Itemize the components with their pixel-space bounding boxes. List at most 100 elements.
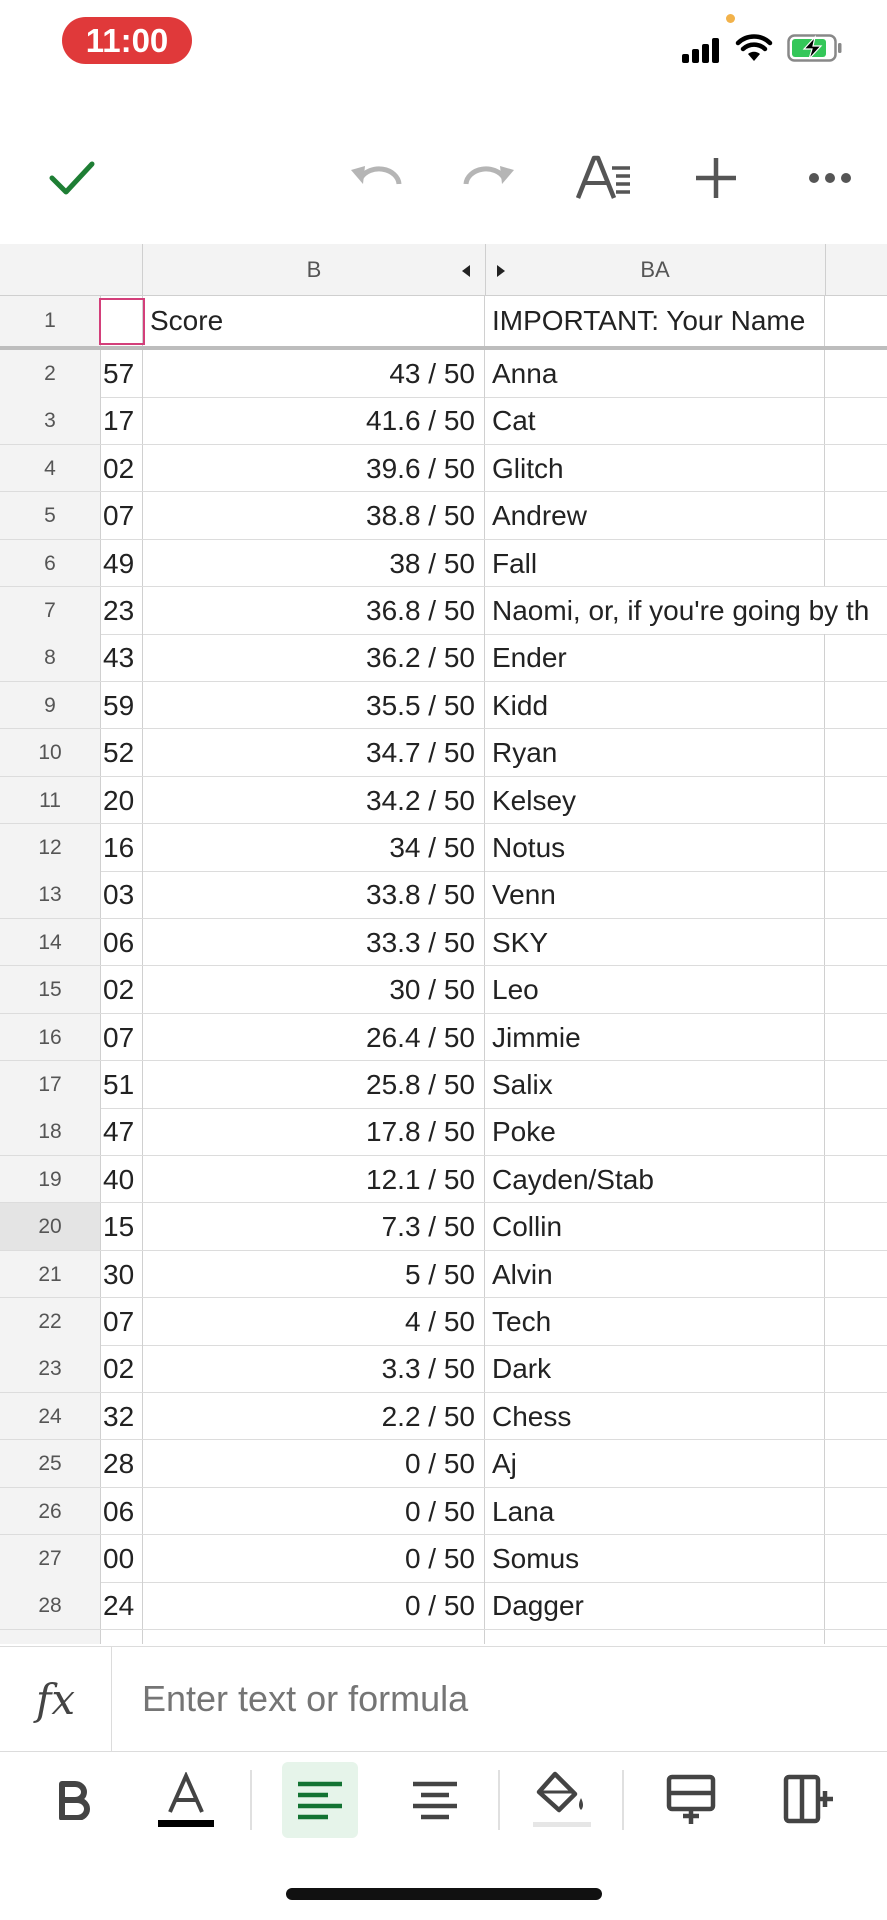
row-number[interactable]: 12 [0, 824, 101, 871]
text-color-icon[interactable] [148, 1762, 224, 1838]
cell-name[interactable]: Tech [485, 1298, 825, 1345]
cell-name[interactable]: Collin [485, 1203, 825, 1250]
row-number[interactable]: 19 [0, 1155, 101, 1203]
cell-score[interactable]: 33.3 / 50 [143, 918, 485, 966]
cell-score[interactable]: 0 / 50 [143, 1535, 485, 1582]
cell-a[interactable]: 02 [101, 444, 143, 492]
cell-score[interactable]: 41.6 / 50 [143, 397, 485, 444]
text-format-icon[interactable] [574, 148, 634, 208]
row-number[interactable]: 25 [0, 1440, 101, 1487]
cell-name[interactable]: Cayden/Stab [485, 1155, 825, 1203]
cell-a[interactable]: 57 [101, 350, 143, 397]
collapse-left-icon[interactable] [461, 264, 471, 283]
cell-a[interactable]: 06 [101, 1487, 143, 1535]
cell-a[interactable]: 03 [101, 871, 143, 918]
row-number[interactable]: 6 [0, 539, 101, 587]
row-number[interactable]: 16 [0, 1013, 101, 1061]
cell-a[interactable]: 06 [101, 918, 143, 966]
cell-b1[interactable]: Score [143, 296, 485, 346]
row-number[interactable]: 20 [0, 1203, 101, 1250]
cell-score[interactable]: 34.2 / 50 [143, 776, 485, 824]
cell-score[interactable]: 38.8 / 50 [143, 492, 485, 539]
cell-score[interactable]: 39.6 / 50 [143, 444, 485, 492]
redo-icon[interactable] [460, 148, 520, 208]
cell[interactable] [101, 1629, 143, 1644]
row-number[interactable]: 14 [0, 918, 101, 966]
cell-score[interactable]: 3.3 / 50 [143, 1345, 485, 1392]
row-number[interactable]: 3 [0, 397, 101, 444]
row-number[interactable]: 11 [0, 776, 101, 824]
cell-name[interactable]: Poke [485, 1108, 825, 1155]
cell-a[interactable]: 52 [101, 729, 143, 776]
cell-score[interactable]: 33.8 / 50 [143, 871, 485, 918]
cell-score[interactable]: 34.7 / 50 [143, 729, 485, 776]
cell-name[interactable]: Dark [485, 1345, 825, 1392]
cell-name[interactable]: Glitch [485, 444, 825, 492]
cell-score[interactable]: 2.2 / 50 [143, 1392, 485, 1440]
cell-a[interactable]: 02 [101, 1345, 143, 1392]
row-number[interactable]: 8 [0, 634, 101, 681]
cell-a[interactable]: 43 [101, 634, 143, 681]
row-number[interactable]: 10 [0, 729, 101, 776]
cell-name[interactable]: Aj [485, 1440, 825, 1487]
cell-name[interactable]: Naomi, or, if you're going by th [485, 587, 887, 634]
cell-score[interactable]: 17.8 / 50 [143, 1108, 485, 1155]
row-number[interactable]: 13 [0, 871, 101, 918]
cell-score[interactable]: 35.5 / 50 [143, 681, 485, 729]
row-number[interactable]: 28 [0, 1582, 101, 1629]
row-number[interactable]: 17 [0, 1061, 101, 1108]
cell-score[interactable]: 0 / 50 [143, 1582, 485, 1629]
cell-a[interactable]: 24 [101, 1582, 143, 1629]
bold-icon[interactable] [35, 1762, 111, 1838]
cell-a[interactable]: 20 [101, 776, 143, 824]
cell-name[interactable]: Jimmie [485, 1013, 825, 1061]
cell-name[interactable]: Andrew [485, 492, 825, 539]
fill-color-icon[interactable] [525, 1762, 601, 1838]
cell-name[interactable]: Fall [485, 539, 825, 587]
cell-a[interactable]: 49 [101, 539, 143, 587]
cell-a[interactable]: 23 [101, 587, 143, 634]
row-number[interactable]: 24 [0, 1392, 101, 1440]
cell-score[interactable]: 36.8 / 50 [143, 587, 485, 634]
cell-score[interactable]: 12.1 / 50 [143, 1155, 485, 1203]
insert-row-icon[interactable] [654, 1762, 730, 1838]
cell-a[interactable]: 00 [101, 1535, 143, 1582]
cell-name[interactable]: Ryan [485, 729, 825, 776]
cell-a[interactable]: 07 [101, 1013, 143, 1061]
row-number[interactable]: 26 [0, 1487, 101, 1535]
column-header-ba[interactable]: BA [485, 244, 825, 296]
row-number[interactable]: 22 [0, 1298, 101, 1345]
add-icon[interactable] [686, 148, 746, 208]
row-number[interactable]: 5 [0, 492, 101, 539]
cell-a[interactable]: 51 [101, 1061, 143, 1108]
row-number[interactable]: 2 [0, 350, 101, 397]
cell-name[interactable]: Anna [485, 350, 825, 397]
cell-score[interactable]: 26.4 / 50 [143, 1013, 485, 1061]
cell-a[interactable]: 47 [101, 1108, 143, 1155]
cell[interactable] [485, 1629, 825, 1644]
cell-a[interactable]: 02 [101, 966, 143, 1013]
cell-a[interactable]: 16 [101, 824, 143, 871]
row-number[interactable]: 4 [0, 444, 101, 492]
cell[interactable] [143, 1629, 485, 1644]
column-header-b[interactable]: B [143, 244, 485, 296]
selected-cell-outline[interactable] [99, 298, 145, 345]
cell-a[interactable]: 28 [101, 1440, 143, 1487]
row-number[interactable]: 18 [0, 1108, 101, 1155]
cell-score[interactable]: 0 / 50 [143, 1440, 485, 1487]
cell-score[interactable]: 5 / 50 [143, 1250, 485, 1298]
row-number[interactable]: 9 [0, 681, 101, 729]
cell-name[interactable]: Dagger [485, 1582, 825, 1629]
cell-a[interactable]: 07 [101, 492, 143, 539]
align-left-icon[interactable] [282, 1762, 358, 1838]
insert-column-icon[interactable] [771, 1762, 847, 1838]
cell-a[interactable]: 17 [101, 397, 143, 444]
select-all-corner[interactable] [0, 244, 143, 296]
row-number[interactable]: 7 [0, 587, 101, 634]
cell-name[interactable]: Alvin [485, 1250, 825, 1298]
cell-name[interactable]: Chess [485, 1392, 825, 1440]
cell-score[interactable]: 34 / 50 [143, 824, 485, 871]
cell-name[interactable]: Kelsey [485, 776, 825, 824]
cell-score[interactable]: 38 / 50 [143, 539, 485, 587]
undo-icon[interactable] [345, 148, 405, 208]
